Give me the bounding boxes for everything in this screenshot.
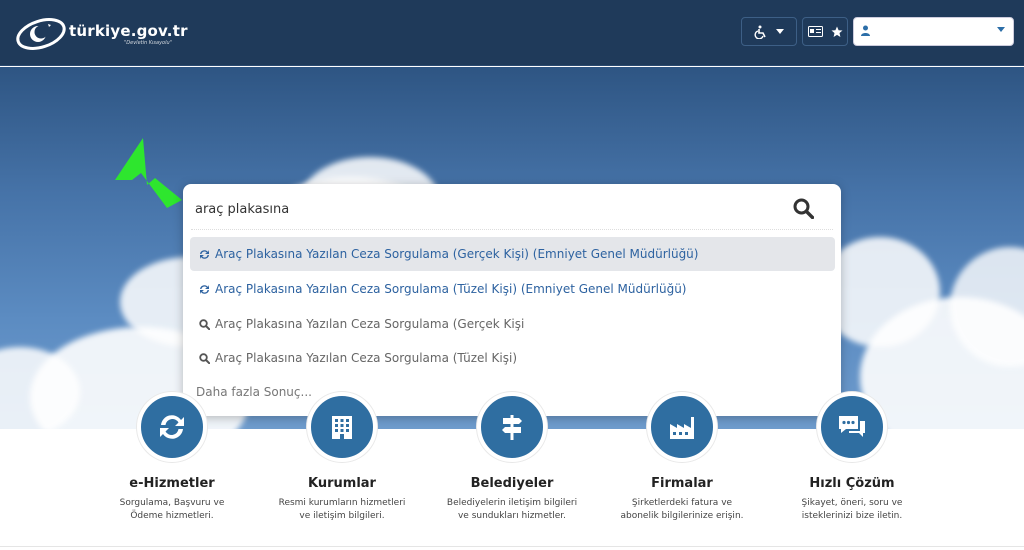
user-icon bbox=[861, 25, 870, 36]
chat-icon bbox=[839, 416, 865, 437]
search-autocomplete-panel: Araç Plakasına Yazılan Ceza Sorgulama (G… bbox=[183, 184, 841, 416]
footer-divider bbox=[0, 546, 1024, 547]
suggestion-item[interactable]: Araç Plakasına Yazılan Ceza Sorgulama (G… bbox=[190, 307, 835, 341]
category-icon-circle bbox=[307, 392, 377, 462]
suggestion-item[interactable]: Araç Plakasına Yazılan Ceza Sorgulama (G… bbox=[190, 237, 835, 271]
category-title: Hızlı Çözüm bbox=[809, 476, 895, 491]
category-title: Kurumlar bbox=[308, 476, 376, 491]
refresh-icon bbox=[199, 284, 209, 294]
category-description: Resmi kurumların hizmetleri ve iletişim … bbox=[278, 498, 406, 521]
top-bar: türkiye.gov.tr "Devletin Kısayolu" bbox=[0, 0, 1024, 66]
turkiye-gov-logo[interactable]: türkiye.gov.tr "Devletin Kısayolu" bbox=[14, 12, 187, 54]
refresh-icon bbox=[160, 415, 184, 439]
category-description: Şirketlerdeki fatura ve abonelik bilgile… bbox=[620, 498, 744, 521]
brand-name: türkiye.gov.tr bbox=[69, 22, 188, 40]
category-kurumlar[interactable]: Kurumlar Resmi kurumların hizmetleri ve … bbox=[267, 392, 417, 523]
category-belediyeler[interactable]: Belediyeler Belediyelerin iletişim bilgi… bbox=[437, 392, 587, 523]
user-account-select[interactable] bbox=[853, 17, 1014, 46]
refresh-icon bbox=[199, 249, 209, 259]
wheelchair-icon bbox=[754, 25, 766, 39]
chevron-down-icon bbox=[997, 27, 1005, 32]
category-firmalar[interactable]: Firmalar Şirketlerdeki fatura ve aboneli… bbox=[607, 392, 757, 523]
suggestion-label: Araç Plakasına Yazılan Ceza Sorgulama (T… bbox=[215, 282, 687, 296]
search-icon bbox=[198, 352, 210, 364]
factory-icon bbox=[670, 417, 694, 439]
brand-tagline: "Devletin Kısayolu" bbox=[124, 40, 172, 46]
star-icon bbox=[831, 26, 842, 37]
category-description: Şikayet, öneri, soru ve isteklerinizi bi… bbox=[801, 498, 903, 521]
suggestion-label: Araç Plakasına Yazılan Ceza Sorgulama (G… bbox=[215, 317, 525, 331]
category-icon-circle bbox=[647, 392, 717, 462]
category-title: Belediyeler bbox=[470, 476, 554, 491]
category-title: e-Hizmetler bbox=[129, 476, 215, 491]
search-input[interactable] bbox=[195, 198, 775, 220]
search-button[interactable] bbox=[787, 194, 819, 222]
suggestion-item[interactable]: Araç Plakasına Yazılan Ceza Sorgulama (T… bbox=[190, 341, 835, 375]
id-card-icon bbox=[807, 26, 823, 37]
search-divider bbox=[191, 229, 833, 230]
category-icon-circle bbox=[477, 392, 547, 462]
chevron-down-icon bbox=[776, 29, 784, 34]
category-description: Belediyelerin iletişim bilgileri ve sund… bbox=[446, 498, 578, 521]
search-icon bbox=[793, 198, 814, 219]
search-icon bbox=[198, 318, 210, 330]
suggestion-label: Araç Plakasına Yazılan Ceza Sorgulama (T… bbox=[215, 351, 518, 365]
signpost-icon bbox=[502, 415, 522, 440]
category-icon-circle bbox=[137, 392, 207, 462]
category-e-hizmetler[interactable]: e-Hizmetler Sorgulama, Başvuru ve Ödeme … bbox=[97, 392, 247, 523]
category-hizli-cozum[interactable]: Hızlı Çözüm Şikayet, öneri, soru ve iste… bbox=[777, 392, 927, 523]
category-icon-circle bbox=[817, 392, 887, 462]
category-description: Sorgulama, Başvuru ve Ödeme hizmetleri. bbox=[119, 498, 225, 521]
category-title: Firmalar bbox=[651, 476, 713, 491]
id-card-favorites-button[interactable] bbox=[802, 17, 848, 46]
suggestion-item[interactable]: Araç Plakasına Yazılan Ceza Sorgulama (T… bbox=[190, 272, 835, 306]
logo-emblem-icon bbox=[16, 18, 66, 50]
accessibility-menu-button[interactable] bbox=[741, 17, 797, 46]
building-icon bbox=[332, 416, 352, 439]
suggestion-label: Araç Plakasına Yazılan Ceza Sorgulama (G… bbox=[215, 247, 699, 261]
